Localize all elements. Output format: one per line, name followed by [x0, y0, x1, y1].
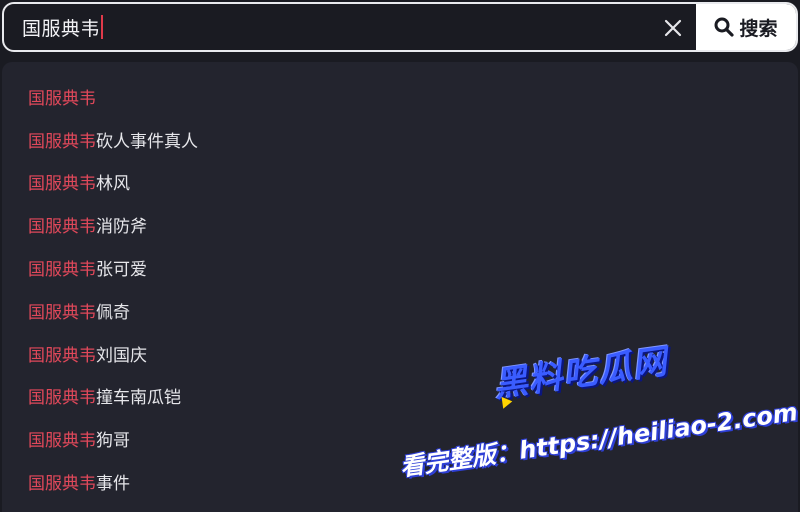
suggestion-item[interactable]: 国服典韦 林风	[28, 161, 198, 204]
suggestion-rest: 事件	[96, 474, 130, 495]
search-button[interactable]: 搜索	[696, 4, 796, 50]
suggestion-match: 国服典韦	[28, 88, 96, 109]
suggestion-dropdown: 国服典韦 国服典韦 砍人事件真人 国服典韦 林风 国服典韦 消防斧 国服典韦 张可爱 国…	[2, 62, 798, 512]
suggestion-match: 国服典韦	[28, 260, 96, 281]
suggestion-rest: 狗哥	[96, 431, 130, 452]
suggestion-rest: 林风	[96, 174, 130, 195]
magnifier-icon	[714, 17, 735, 37]
suggestion-match: 国服典韦	[28, 388, 96, 409]
text-caret	[101, 15, 104, 39]
suggestion-item[interactable]: 国服典韦 撞车南瓜铠	[28, 375, 198, 418]
suggestion-rest: 佩奇	[96, 302, 130, 323]
clear-button[interactable]	[660, 15, 686, 41]
suggestion-match: 国服典韦	[28, 302, 96, 323]
suggestion-item[interactable]: 国服典韦 砍人事件真人	[28, 118, 198, 161]
suggestion-rest: 砍人事件真人	[96, 131, 198, 152]
suggestion-match: 国服典韦	[28, 217, 96, 238]
suggestion-item[interactable]: 国服典韦 消防斧	[28, 203, 198, 246]
page: 国服典韦 搜索 国服典韦 国服典韦 砍人事件真人 国服典韦 林风 国服典韦 消防斧 国…	[0, 0, 800, 512]
search-input-value: 国服典韦	[22, 17, 101, 40]
suggestion-item[interactable]: 国服典韦 张可爱	[28, 246, 198, 289]
suggestion-item[interactable]: 国服典韦 佩奇	[28, 289, 198, 332]
suggestion-rest: 撞车南瓜铠	[96, 388, 181, 409]
search-button-label: 搜索	[739, 17, 778, 40]
suggestion-item[interactable]: 国服典韦 事件	[28, 460, 198, 503]
suggestion-list: 国服典韦 国服典韦 砍人事件真人 国服典韦 林风 国服典韦 消防斧 国服典韦 张可爱 国…	[28, 75, 198, 503]
suggestion-rest: 张可爱	[96, 260, 147, 281]
suggestion-match: 国服典韦	[28, 345, 96, 366]
search-bar: 国服典韦 搜索	[2, 2, 798, 52]
suggestion-match: 国服典韦	[28, 131, 96, 152]
close-icon	[664, 19, 682, 37]
suggestion-match: 国服典韦	[28, 431, 96, 452]
suggestion-rest: 刘国庆	[96, 345, 147, 366]
suggestion-item[interactable]: 国服典韦 刘国庆	[28, 332, 198, 375]
suggestion-item[interactable]: 国服典韦 狗哥	[28, 417, 198, 460]
suggestion-rest: 消防斧	[96, 217, 147, 238]
suggestion-item[interactable]: 国服典韦	[28, 75, 198, 118]
suggestion-match: 国服典韦	[28, 174, 96, 195]
suggestion-match: 国服典韦	[28, 474, 96, 495]
search-input[interactable]: 国服典韦	[22, 4, 642, 50]
